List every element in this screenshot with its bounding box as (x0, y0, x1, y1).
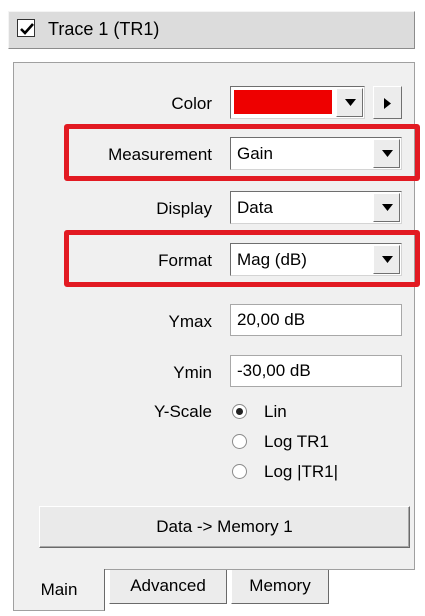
color-swatch (234, 90, 332, 114)
format-select[interactable]: Mag (dB) (230, 243, 402, 276)
color-dropdown-button[interactable] (336, 88, 363, 117)
format-value: Mag (dB) (237, 250, 307, 269)
color-more-button[interactable] (373, 86, 402, 119)
ymax-field[interactable] (230, 304, 402, 336)
measurement-dropdown-button[interactable] (373, 139, 400, 168)
tab-memory[interactable]: Memory (231, 570, 329, 604)
trace-enable-checkbox[interactable] (17, 19, 35, 37)
ymax-input[interactable] (231, 305, 401, 335)
yscale-radio-log-tr1[interactable] (232, 434, 247, 449)
chevron-down-icon (345, 99, 356, 106)
color-label: Color (171, 94, 212, 113)
chevron-down-icon (382, 204, 393, 211)
ymin-field[interactable] (230, 355, 402, 387)
display-label: Display (156, 199, 212, 218)
display-select[interactable]: Data (230, 191, 402, 224)
yscale-option-log-abs-tr1[interactable]: Log |TR1| (264, 462, 338, 482)
tab-advanced[interactable]: Advanced (109, 570, 227, 604)
data-to-memory-button[interactable]: Data -> Memory 1 (39, 506, 410, 548)
yscale-radio-log-abs-tr1[interactable] (232, 464, 247, 479)
chevron-down-icon (382, 150, 393, 157)
ymax-label: Ymax (168, 312, 212, 331)
measurement-label: Measurement (108, 145, 212, 164)
checkmark-icon (20, 23, 34, 35)
ymin-input[interactable] (231, 356, 401, 386)
yscale-radio-lin[interactable] (232, 404, 247, 419)
yscale-label: Y-Scale (154, 402, 212, 421)
trace-title: Trace 1 (TR1) (48, 19, 160, 39)
display-value: Data (237, 198, 273, 217)
triangle-right-icon (384, 98, 391, 109)
yscale-option-log-tr1[interactable]: Log TR1 (264, 432, 329, 452)
measurement-value: Gain (237, 144, 273, 163)
ymin-label: Ymin (173, 363, 212, 382)
measurement-select[interactable]: Gain (230, 137, 402, 170)
color-combo[interactable] (230, 86, 365, 119)
tab-main[interactable]: Main (13, 569, 105, 611)
chevron-down-icon (382, 256, 393, 263)
format-dropdown-button[interactable] (373, 245, 400, 274)
yscale-option-lin[interactable]: Lin (264, 402, 287, 422)
display-dropdown-button[interactable] (373, 193, 400, 222)
radio-selected-dot (236, 408, 243, 415)
format-label: Format (158, 251, 212, 270)
